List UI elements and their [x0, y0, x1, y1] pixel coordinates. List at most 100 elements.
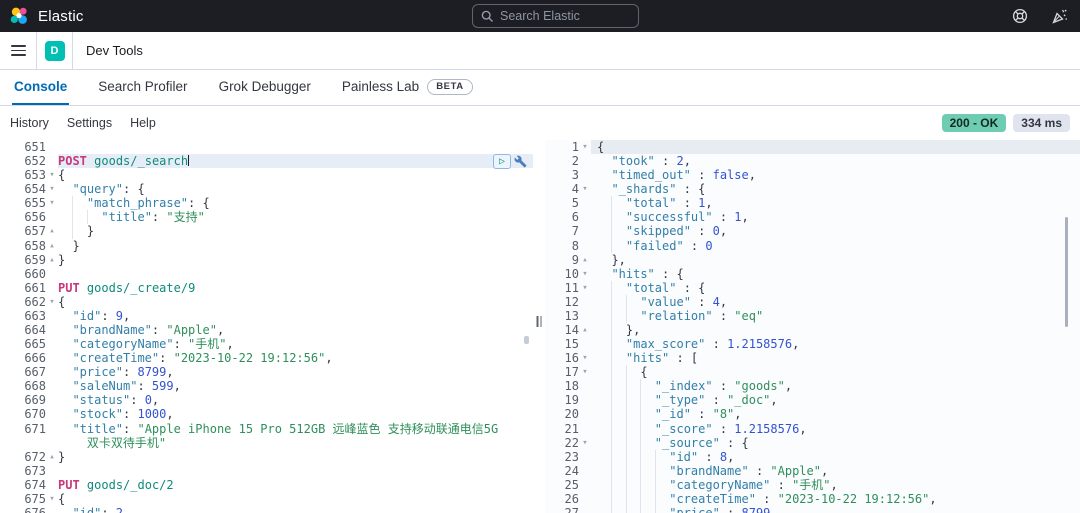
code-text[interactable]: }	[58, 224, 533, 238]
menu-toggle-button[interactable]	[0, 32, 37, 69]
code-text[interactable]: "id": 2,	[58, 506, 533, 513]
code-text[interactable]: }	[58, 239, 533, 253]
editor-scrollbar-thumb[interactable]	[524, 336, 529, 344]
search-input[interactable]	[500, 9, 630, 23]
fold-toggle-icon[interactable]: ▾	[579, 267, 591, 281]
code-text[interactable]: POST goods/_search▷	[58, 154, 533, 168]
request-line-666[interactable]: 666"createTime": "2023-10-22 19:12:56",	[0, 351, 533, 365]
request-line-667[interactable]: 667"price": 8799,	[0, 365, 533, 379]
code-text[interactable]: PUT goods/_create/9	[58, 281, 533, 295]
fold-toggle-icon[interactable]: ▴	[46, 450, 58, 464]
request-line-669[interactable]: 669"status": 0,	[0, 393, 533, 407]
fold-toggle-icon[interactable]: ▴	[46, 253, 58, 267]
request-line-664[interactable]: 664"brandName": "Apple",	[0, 323, 533, 337]
request-line-662[interactable]: 662▾{	[0, 295, 533, 309]
fold-gutter	[579, 422, 591, 436]
menu-item-history[interactable]: History	[10, 116, 49, 130]
fold-toggle-icon[interactable]: ▾	[579, 351, 591, 365]
elastic-logo-icon	[10, 7, 28, 25]
request-line-651[interactable]: 651	[0, 140, 533, 154]
request-line-654[interactable]: 654▾"query": {	[0, 182, 533, 196]
code-text: },	[591, 323, 1080, 337]
fold-gutter	[579, 506, 591, 513]
request-line-661[interactable]: 661PUT goods/_create/9	[0, 281, 533, 295]
request-line-672[interactable]: 672▴}	[0, 450, 533, 464]
menu-item-settings[interactable]: Settings	[67, 116, 112, 130]
code-text[interactable]: 双卡双待手机"	[58, 436, 533, 450]
code-text[interactable]: "categoryName": "手机",	[58, 337, 533, 351]
code-text[interactable]: "brandName": "Apple",	[58, 323, 533, 337]
request-options-wrench-icon[interactable]	[514, 155, 527, 168]
code-text[interactable]: "title": "Apple iPhone 15 Pro 512GB 远峰蓝色…	[58, 422, 533, 436]
menu-item-help[interactable]: Help	[130, 116, 156, 130]
request-line-660[interactable]: 660	[0, 267, 533, 281]
fold-toggle-icon[interactable]: ▾	[579, 365, 591, 379]
fold-toggle-icon[interactable]: ▴	[579, 253, 591, 267]
send-request-play-icon[interactable]: ▷	[493, 154, 511, 169]
tab-label: Grok Debugger	[219, 79, 311, 94]
request-line-652[interactable]: 652POST goods/_search▷	[0, 154, 533, 168]
code-text[interactable]: "query": {	[58, 182, 533, 196]
response-scrollbar-thumb[interactable]	[1065, 217, 1069, 327]
fold-toggle-icon[interactable]: ▾	[579, 182, 591, 196]
fold-toggle-icon[interactable]: ▾	[579, 281, 591, 295]
request-line-665[interactable]: 665"categoryName": "手机",	[0, 337, 533, 351]
code-text[interactable]: "status": 0,	[58, 393, 533, 407]
request-editor-panel[interactable]: 651652POST goods/_search▷653▾{654▾"query…	[0, 140, 533, 513]
tab-painless-lab[interactable]: Painless LabBETA	[340, 70, 475, 105]
fold-toggle-icon[interactable]: ▾	[46, 492, 58, 506]
tab-console[interactable]: Console	[12, 70, 69, 105]
fold-toggle-icon[interactable]: ▾	[579, 436, 591, 450]
space-switcher-button[interactable]: D	[37, 32, 73, 69]
code-text[interactable]	[58, 267, 533, 281]
code-text[interactable]: {	[58, 168, 533, 182]
code-text[interactable]: {	[58, 492, 533, 506]
panel-resize-handle[interactable]	[533, 140, 545, 513]
tab-grok-debugger[interactable]: Grok Debugger	[217, 70, 313, 105]
fold-gutter	[579, 196, 591, 210]
help-icon[interactable]	[1012, 8, 1028, 24]
request-line-658[interactable]: 658▴}	[0, 239, 533, 253]
fold-toggle-icon[interactable]: ▾	[579, 140, 591, 154]
code-text[interactable]: "price": 8799,	[58, 365, 533, 379]
code-text: "total" : 1,	[591, 196, 1080, 210]
code-text[interactable]: "id": 9,	[58, 309, 533, 323]
request-line-674[interactable]: 674PUT goods/_doc/2	[0, 478, 533, 492]
console-editor: 651652POST goods/_search▷653▾{654▾"query…	[0, 140, 1080, 513]
code-text[interactable]: "createTime": "2023-10-22 19:12:56",	[58, 351, 533, 365]
fold-toggle-icon[interactable]: ▴	[579, 323, 591, 337]
code-text[interactable]: "saleNum": 599,	[58, 379, 533, 393]
newsfeed-icon[interactable]	[1052, 8, 1068, 24]
request-line-653[interactable]: 653▾{	[0, 168, 533, 182]
code-text[interactable]: PUT goods/_doc/2	[58, 478, 533, 492]
line-number: 12	[545, 295, 579, 309]
code-text[interactable]: "match_phrase": {	[58, 196, 533, 210]
global-search[interactable]	[472, 4, 639, 28]
tab-search-profiler[interactable]: Search Profiler	[96, 70, 189, 105]
code-text[interactable]: }	[58, 450, 533, 464]
request-line-675[interactable]: 675▾{	[0, 492, 533, 506]
request-line-655[interactable]: 655▾"match_phrase": {	[0, 196, 533, 210]
fold-toggle-icon[interactable]: ▾	[46, 295, 58, 309]
code-text[interactable]	[58, 140, 533, 154]
fold-toggle-icon[interactable]: ▾	[46, 168, 58, 182]
code-text[interactable]: {	[58, 295, 533, 309]
code-text[interactable]: "title": "支持"	[58, 210, 533, 224]
fold-toggle-icon[interactable]: ▴	[46, 224, 58, 238]
request-line-668[interactable]: 668"saleNum": 599,	[0, 379, 533, 393]
code-text[interactable]: }	[58, 253, 533, 267]
request-line-656[interactable]: 656"title": "支持"	[0, 210, 533, 224]
request-line-663[interactable]: 663"id": 9,	[0, 309, 533, 323]
request-line-676[interactable]: 676"id": 2,	[0, 506, 533, 513]
request-line-673[interactable]: 673	[0, 464, 533, 478]
request-line-657[interactable]: 657▴}	[0, 224, 533, 238]
request-line-671[interactable]: 671"title": "Apple iPhone 15 Pro 512GB 远…	[0, 422, 533, 436]
code-text[interactable]	[58, 464, 533, 478]
request-line-wrap[interactable]: 双卡双待手机"	[0, 436, 533, 450]
request-line-670[interactable]: 670"stock": 1000,	[0, 407, 533, 421]
request-line-659[interactable]: 659▴}	[0, 253, 533, 267]
code-text[interactable]: "stock": 1000,	[58, 407, 533, 421]
fold-toggle-icon[interactable]: ▾	[46, 182, 58, 196]
fold-toggle-icon[interactable]: ▴	[46, 239, 58, 253]
fold-toggle-icon[interactable]: ▾	[46, 196, 58, 210]
